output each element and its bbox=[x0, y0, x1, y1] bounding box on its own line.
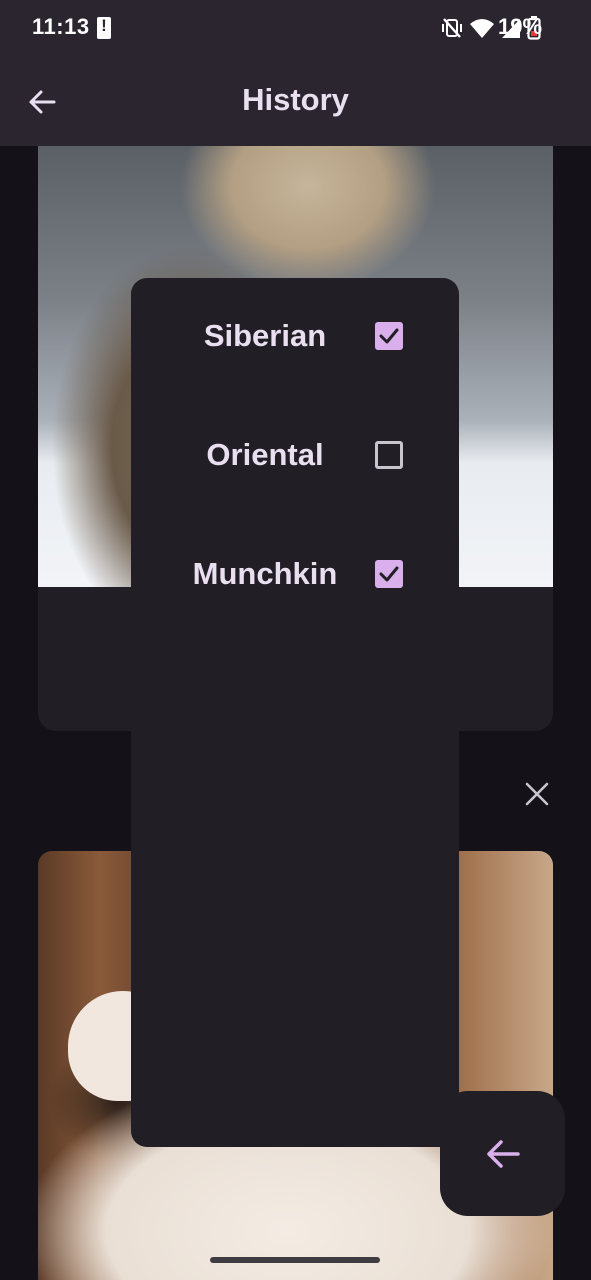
close-icon bbox=[525, 782, 549, 806]
gesture-nav-handle[interactable] bbox=[210, 1257, 380, 1263]
option-siberian[interactable]: Siberian bbox=[131, 301, 459, 371]
notification-alert-icon bbox=[97, 16, 111, 39]
page-title: History bbox=[242, 82, 349, 117]
status-bar: 11:13 19% bbox=[0, 0, 591, 58]
close-button[interactable] bbox=[518, 775, 556, 813]
check-icon bbox=[379, 328, 399, 344]
check-icon bbox=[379, 566, 399, 582]
checkbox[interactable] bbox=[375, 441, 403, 469]
checkbox[interactable] bbox=[375, 560, 403, 588]
arrow-back-icon bbox=[486, 1139, 520, 1168]
wifi-icon bbox=[470, 19, 494, 38]
vibrate-off-icon bbox=[442, 18, 462, 38]
screen: 11:13 19% bbox=[0, 0, 591, 1280]
fab-back-button[interactable] bbox=[440, 1091, 565, 1216]
app-bar: History bbox=[0, 58, 591, 146]
option-oriental[interactable]: Oriental bbox=[131, 420, 459, 490]
breed-filter-dropdown: Siberian Oriental Munchkin bbox=[131, 278, 459, 1147]
option-label: Munchkin bbox=[192, 556, 338, 591]
status-time: 11:13 bbox=[32, 14, 90, 39]
battery-percent: 19% bbox=[498, 14, 543, 39]
option-munchkin[interactable]: Munchkin bbox=[131, 539, 459, 609]
option-label: Siberian bbox=[203, 318, 327, 353]
checkbox[interactable] bbox=[375, 322, 403, 350]
option-label: Oriental bbox=[206, 437, 324, 472]
